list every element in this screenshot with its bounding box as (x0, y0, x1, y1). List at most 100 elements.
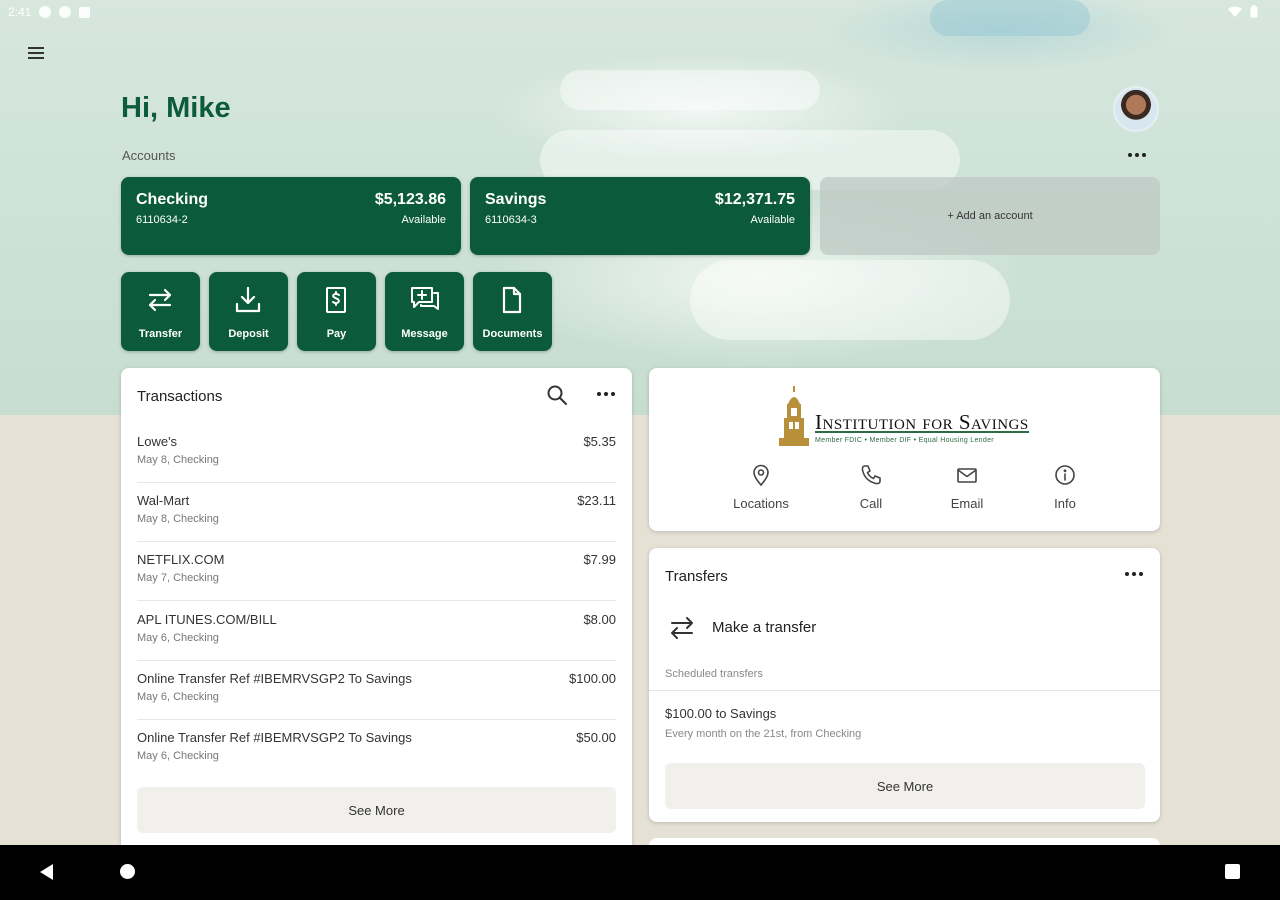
table-row[interactable]: Wal-Mart May 8, Checking $23.11 (137, 483, 616, 542)
transaction-amount: $23.11 (577, 493, 616, 508)
transaction-date-account: May 6, Checking (137, 691, 219, 703)
action-label: Message (401, 328, 448, 340)
action-label: Transfer (138, 328, 183, 340)
transfer-icon (148, 288, 172, 312)
transactions-more-icon[interactable] (597, 392, 615, 396)
menu-icon[interactable] (24, 44, 48, 68)
phone-icon (861, 465, 881, 485)
account-card-checking[interactable]: Checking 6110634-2 $5,123.86 Available (121, 177, 461, 255)
transaction-merchant: NETFLIX.COM (137, 552, 225, 567)
settings-status-icon (39, 6, 52, 18)
system-navigation-bar (0, 845, 1280, 900)
transaction-merchant: APL ITUNES.COM/BILL (137, 612, 277, 627)
bank-info-card: Institution for Savings Member FDIC • Me… (649, 368, 1160, 531)
transaction-merchant: Online Transfer Ref #IBEMRVSGP2 To Savin… (137, 730, 412, 745)
transaction-date-account: May 8, Checking (137, 513, 219, 525)
deposit-button[interactable]: Deposit (209, 272, 288, 351)
back-icon[interactable] (40, 864, 53, 880)
transfers-more-icon[interactable] (1125, 572, 1143, 576)
home-icon[interactable] (120, 864, 135, 879)
message-icon (411, 287, 439, 310)
action-label: Documents (482, 328, 543, 340)
greeting-title: Hi, Mike (121, 92, 231, 124)
account-name: Checking (136, 191, 209, 208)
background-boat (560, 70, 820, 110)
scheduled-transfers-label: Scheduled transfers (665, 668, 763, 680)
bank-tower-logo-icon (779, 386, 809, 446)
action-label: Deposit (228, 328, 269, 340)
transaction-date-account: May 6, Checking (137, 750, 219, 762)
transfer-button[interactable]: Transfer (121, 272, 200, 351)
search-icon[interactable] (546, 384, 568, 406)
info-icon (1055, 465, 1075, 485)
account-balance: $5,123.86 (374, 191, 446, 208)
status-bar: 2:41 (0, 0, 1280, 26)
info-button[interactable]: Info (1020, 464, 1110, 511)
make-transfer-button[interactable]: Make a transfer (665, 611, 1145, 645)
account-number: 6110634-2 (136, 214, 188, 226)
transaction-date-account: May 7, Checking (137, 572, 219, 584)
account-name: Savings (485, 191, 547, 208)
message-button[interactable]: Message (385, 272, 464, 351)
background-boat (690, 260, 1010, 340)
transaction-amount: $50.00 (576, 730, 616, 745)
transaction-merchant: Lowe's (137, 434, 178, 449)
transfers-see-more-button[interactable]: See More (665, 763, 1145, 809)
documents-icon (502, 286, 522, 314)
table-row[interactable]: NETFLIX.COM May 7, Checking $7.99 (137, 542, 616, 601)
contact-label: Call (859, 496, 883, 511)
table-row[interactable]: Lowe's May 8, Checking $5.35 (137, 424, 616, 483)
transfer-icon (671, 617, 693, 639)
contact-label: Locations (733, 496, 789, 511)
transaction-merchant: Wal-Mart (137, 493, 190, 508)
transactions-see-more-button[interactable]: See More (137, 787, 616, 833)
transfers-card: Transfers Make a transfer Scheduled tran… (649, 548, 1160, 822)
account-card-savings[interactable]: Savings 6110634-3 $12,371.75 Available (470, 177, 810, 255)
account-balance-label: Available (401, 214, 446, 226)
battery-icon (1250, 5, 1258, 18)
transaction-amount: $8.00 (583, 612, 616, 627)
transactions-card: Transactions Lowe's May 8, Checking $5.3… (121, 368, 632, 858)
transactions-title: Transactions (137, 388, 223, 405)
recent-apps-icon[interactable] (1225, 864, 1240, 879)
transaction-merchant: Online Transfer Ref #IBEMRVSGP2 To Savin… (137, 671, 412, 686)
bank-tagline: Member FDIC • Member DIF • Equal Housing… (815, 437, 994, 444)
table-row[interactable]: Online Transfer Ref #IBEMRVSGP2 To Savin… (137, 661, 616, 720)
shield-status-icon (59, 6, 72, 18)
contact-label: Info (1054, 496, 1076, 511)
accounts-more-icon[interactable] (1128, 153, 1146, 157)
add-account-button[interactable]: + Add an account (820, 177, 1160, 255)
make-transfer-label: Make a transfer (712, 619, 817, 636)
locations-button[interactable]: Locations (716, 464, 806, 511)
transfers-title: Transfers (665, 568, 728, 585)
scheduled-transfer-title: $100.00 to Savings (665, 706, 777, 721)
accounts-label: Accounts (122, 148, 176, 163)
list-item[interactable]: $100.00 to Savings Every month on the 21… (665, 700, 1145, 746)
transaction-date-account: May 6, Checking (137, 632, 219, 644)
divider (649, 690, 1160, 691)
deposit-icon (235, 286, 261, 313)
action-label: Pay (326, 328, 347, 340)
contact-label: Email (950, 496, 984, 511)
call-button[interactable]: Call (826, 464, 916, 511)
transaction-amount: $100.00 (569, 671, 616, 686)
table-row[interactable]: APL ITUNES.COM/BILL May 6, Checking $8.0… (137, 602, 616, 661)
notification-status-icon (79, 6, 91, 18)
transaction-amount: $5.35 (583, 434, 616, 449)
location-pin-icon (753, 464, 769, 486)
table-row[interactable]: Online Transfer Ref #IBEMRVSGP2 To Savin… (137, 720, 616, 779)
transaction-amount: $7.99 (583, 552, 616, 567)
pay-button[interactable]: Pay (297, 272, 376, 351)
logo-divider (815, 431, 1029, 433)
pay-icon (326, 287, 346, 313)
email-button[interactable]: Email (922, 464, 1012, 511)
account-balance: $12,371.75 (714, 191, 795, 208)
account-number: 6110634-3 (485, 214, 537, 226)
documents-button[interactable]: Documents (473, 272, 552, 351)
scheduled-transfer-detail: Every month on the 21st, from Checking (665, 728, 862, 740)
avatar[interactable] (1113, 86, 1159, 132)
email-icon (957, 468, 977, 483)
wifi-icon (1228, 6, 1242, 17)
transaction-date-account: May 8, Checking (137, 454, 219, 466)
status-time: 2:41 (8, 5, 32, 19)
